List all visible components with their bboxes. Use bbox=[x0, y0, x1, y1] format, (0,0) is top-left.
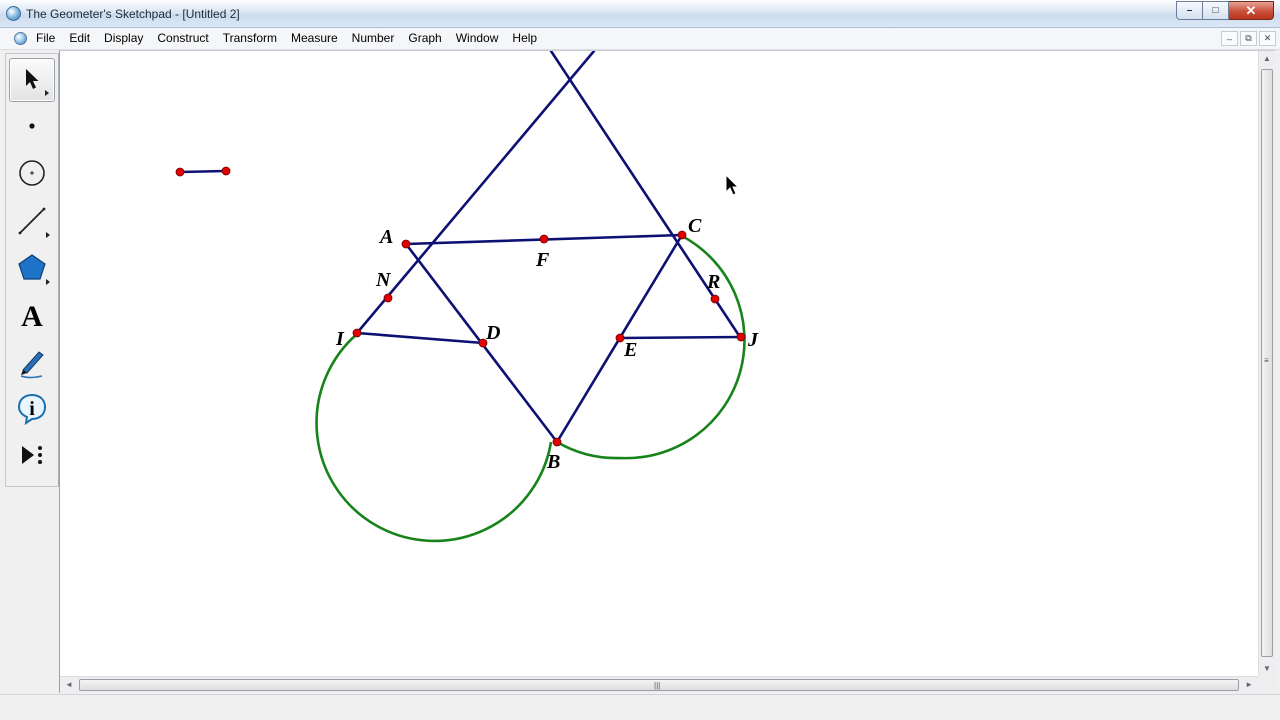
sketchpad-app-icon[interactable] bbox=[6, 6, 21, 21]
marker-tool[interactable] bbox=[9, 339, 55, 383]
point-F[interactable] bbox=[539, 234, 549, 244]
point-I[interactable] bbox=[352, 328, 362, 338]
menu-number[interactable]: Number bbox=[345, 28, 402, 50]
custom-tool[interactable] bbox=[9, 433, 55, 477]
label-N[interactable]: N bbox=[375, 269, 392, 291]
label-D[interactable]: D bbox=[485, 322, 500, 344]
point-B[interactable] bbox=[552, 437, 562, 447]
menu-measure[interactable]: Measure bbox=[284, 28, 345, 50]
menu-graph[interactable]: Graph bbox=[401, 28, 448, 50]
straightedge-icon bbox=[18, 207, 50, 238]
point-E[interactable] bbox=[615, 333, 625, 343]
toolbox: A i bbox=[5, 53, 59, 487]
segment-ID[interactable] bbox=[355, 331, 485, 345]
horizontal-scrollbar[interactable]: ◄ ||| ► bbox=[60, 676, 1258, 693]
sketch-drawing: A F C N R I D E J B bbox=[175, 51, 759, 543]
menu-window[interactable]: Window bbox=[449, 28, 506, 50]
maximize-button[interactable]: □ bbox=[1203, 1, 1229, 20]
polygon-tool[interactable] bbox=[9, 245, 55, 289]
circle-arc-left[interactable] bbox=[315, 333, 553, 543]
menu-help[interactable]: Help bbox=[505, 28, 544, 50]
document-icon[interactable] bbox=[14, 32, 27, 45]
label-B[interactable]: B bbox=[546, 451, 560, 473]
information-icon: i bbox=[17, 393, 47, 426]
label-I[interactable]: I bbox=[335, 328, 345, 350]
polygon-icon bbox=[18, 254, 50, 285]
close-button[interactable]: ✕ bbox=[1229, 1, 1274, 20]
segment-EJ[interactable] bbox=[618, 335, 743, 340]
circle-arc-right[interactable] bbox=[556, 234, 746, 460]
menu-construct[interactable]: Construct bbox=[150, 28, 215, 50]
menu-items: File Edit Display Construct Transform Me… bbox=[29, 28, 544, 50]
segment-endpoint-left[interactable] bbox=[175, 167, 185, 177]
scroll-right-arrow-icon[interactable]: ► bbox=[1245, 681, 1253, 689]
text-tool[interactable]: A bbox=[9, 292, 55, 336]
document-restore-button[interactable]: ⧉ bbox=[1240, 31, 1257, 46]
minimize-button[interactable]: – bbox=[1176, 1, 1203, 20]
document-close-button[interactable]: ✕ bbox=[1259, 31, 1276, 46]
menu-display[interactable]: Display bbox=[97, 28, 150, 50]
segment-endpoint-right[interactable] bbox=[221, 166, 231, 176]
label-A[interactable]: A bbox=[378, 226, 393, 248]
compass-tool[interactable] bbox=[9, 151, 55, 195]
text-tool-label: A bbox=[21, 300, 43, 333]
label-C[interactable]: C bbox=[688, 215, 702, 237]
marker-icon bbox=[20, 351, 44, 379]
scroll-down-arrow-icon[interactable]: ▼ bbox=[1263, 665, 1271, 673]
arrow-tool[interactable] bbox=[9, 58, 55, 102]
document-minimize-button[interactable]: – bbox=[1221, 31, 1238, 46]
vertical-grip-icon: ≡ bbox=[1264, 356, 1269, 365]
horizontal-scroll-thumb[interactable]: ||| bbox=[79, 679, 1239, 691]
label-E[interactable]: E bbox=[623, 339, 637, 361]
label-R[interactable]: R bbox=[706, 271, 720, 293]
menu-bar: File Edit Display Construct Transform Me… bbox=[0, 28, 1280, 50]
menu-file[interactable]: File bbox=[29, 28, 62, 50]
sketch-canvas[interactable]: A F C N R I D E J B bbox=[60, 51, 1258, 677]
label-F[interactable]: F bbox=[535, 249, 550, 271]
information-tool[interactable]: i bbox=[9, 386, 55, 430]
mouse-cursor-icon bbox=[725, 173, 740, 196]
unattached-segment[interactable] bbox=[178, 169, 228, 174]
window-controls: – □ ✕ bbox=[1176, 1, 1274, 20]
scroll-left-arrow-icon[interactable]: ◄ bbox=[65, 681, 73, 689]
line-through-I-N[interactable] bbox=[355, 51, 596, 335]
point-tool[interactable] bbox=[9, 104, 55, 148]
point-icon bbox=[29, 123, 35, 129]
document-window-controls: – ⧉ ✕ bbox=[1221, 31, 1276, 46]
compass-icon bbox=[19, 160, 45, 186]
title-bar: The Geometer's Sketchpad - [Untitled 2] … bbox=[0, 0, 1280, 28]
custom-tool-icon bbox=[22, 446, 42, 464]
scroll-up-arrow-icon[interactable]: ▲ bbox=[1263, 55, 1271, 63]
status-bar bbox=[0, 694, 1280, 720]
scrollbar-corner bbox=[1258, 676, 1275, 693]
menu-edit[interactable]: Edit bbox=[62, 28, 97, 50]
menu-transform[interactable]: Transform bbox=[216, 28, 284, 50]
vertical-scroll-thumb[interactable]: ≡ bbox=[1261, 69, 1273, 657]
point-J[interactable] bbox=[736, 332, 746, 342]
point-R[interactable] bbox=[710, 294, 720, 304]
point-N[interactable] bbox=[383, 293, 393, 303]
information-tool-label: i bbox=[29, 398, 35, 420]
arrow-icon bbox=[26, 69, 49, 96]
document-window: A F C N R I D E J B ▲ ≡ ▼ ◄ ||| ► bbox=[59, 50, 1275, 693]
window-title: The Geometer's Sketchpad - [Untitled 2] bbox=[26, 7, 240, 21]
vertical-scrollbar[interactable]: ▲ ≡ ▼ bbox=[1258, 51, 1275, 677]
point-C[interactable] bbox=[677, 230, 687, 240]
straightedge-tool[interactable] bbox=[9, 198, 55, 242]
text-icon: A bbox=[21, 300, 43, 333]
label-J[interactable]: J bbox=[747, 329, 759, 351]
point-A[interactable] bbox=[401, 239, 411, 249]
horizontal-grip-icon: ||| bbox=[654, 681, 661, 690]
